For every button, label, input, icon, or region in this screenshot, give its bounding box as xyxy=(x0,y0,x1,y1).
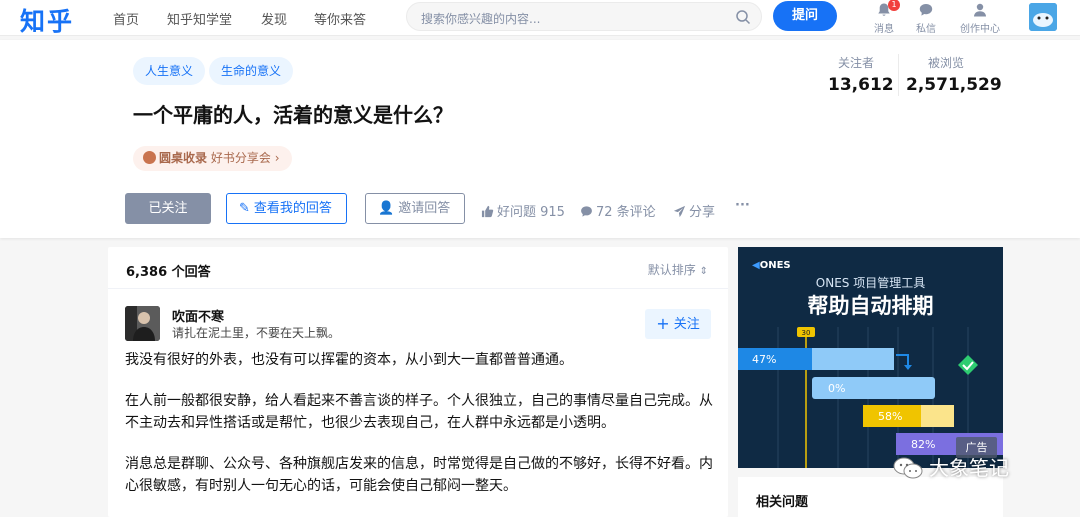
views-value: 2,571,529 xyxy=(906,75,1002,95)
invite-answer-button[interactable]: 👤 邀请回答 xyxy=(365,193,466,224)
search-input[interactable]: 搜索你感兴趣的内容... xyxy=(421,10,540,27)
comments-label: 72 条评论 xyxy=(596,205,656,220)
answer-count: 6,386 个回答 xyxy=(126,265,211,280)
good-question-button[interactable]: 好问题 915 xyxy=(481,201,565,220)
ad-bar-remaining xyxy=(921,405,954,427)
nav-messages-label: 消息 xyxy=(874,24,894,35)
sort-dropdown[interactable]: 默认排序 ⇕ xyxy=(648,261,708,278)
ad-bar-label: 47% xyxy=(752,353,776,366)
comment-icon xyxy=(581,206,592,217)
view-my-answer-button[interactable]: ✎ 查看我的回答 xyxy=(226,193,347,224)
follow-author-button[interactable]: + 关注 xyxy=(645,309,711,339)
more-options-icon[interactable]: ··· xyxy=(735,198,750,213)
creator-icon xyxy=(974,3,986,17)
sort-label: 默认排序 xyxy=(647,263,696,277)
followers-value: 13,612 xyxy=(828,75,894,95)
notification-badge: 1 xyxy=(888,0,900,11)
question-title: 一个平庸的人，活着的意义是什么？ xyxy=(133,103,453,127)
share-button[interactable]: 分享 xyxy=(673,201,715,220)
invite-answer-label: 邀请回答 xyxy=(398,201,451,216)
watermark: 大象笔记 xyxy=(893,452,1009,481)
followers-stat: 关注者 13,612 xyxy=(828,54,894,95)
nav-link-academy[interactable]: 知乎知学堂 xyxy=(167,9,232,28)
thumbs-up-icon xyxy=(481,205,494,218)
top-nav: 知乎 首页 知乎知学堂 发现 等你来答 搜索你感兴趣的内容... 提问 1 消息… xyxy=(0,0,1080,36)
watermark-text: 大象笔记 xyxy=(929,456,1009,480)
user-avatar[interactable] xyxy=(1029,3,1057,31)
answer-list: 6,386 个回答 默认排序 ⇕ 吹面不寒 请扎在泥土里，不要在天上飘。 + 关… xyxy=(108,247,728,517)
share-icon xyxy=(673,205,686,218)
share-label: 分享 xyxy=(689,205,716,220)
ad-banner[interactable]: ◀ONES ONES 项目管理工具 帮助自动排期 30 47% 0% 58% 8… xyxy=(738,247,1003,468)
nav-private-messages[interactable]: 私信 xyxy=(903,2,949,35)
question-header: 人生意义 生命的意义 一个平庸的人，活着的意义是什么？ 圆桌收录 好书分享会 ›… xyxy=(0,40,1080,238)
ad-bar-remaining xyxy=(812,348,894,370)
view-my-answer-label: 查看我的回答 xyxy=(253,201,332,216)
nav-creator-center[interactable]: 创作中心 xyxy=(957,2,1003,35)
author-avatar[interactable] xyxy=(125,306,160,341)
related-questions-panel: 相关问题 xyxy=(738,477,1003,517)
roundtable-icon xyxy=(143,151,156,164)
roundtable-name: 好书分享会 xyxy=(210,151,271,165)
ad-bar-label: 0% xyxy=(828,382,845,395)
nav-link-home[interactable]: 首页 xyxy=(113,9,139,28)
good-question-label: 好问题 915 xyxy=(497,205,565,220)
nav-messages[interactable]: 1 消息 xyxy=(861,0,907,35)
author-avatar-image xyxy=(125,306,160,341)
followers-label: 关注者 xyxy=(837,56,874,70)
roundtable-label: 圆桌收录 xyxy=(159,151,208,165)
nav-link-waiting[interactable]: 等你来答 xyxy=(314,9,366,28)
views-label: 被浏览 xyxy=(927,56,964,70)
invite-user-icon: 👤 xyxy=(378,201,395,216)
answer-paragraph: 在人前一般都很安静，给人看起来不善言谈的样子。个人很独立，自己的事情尽量自己完成… xyxy=(125,393,713,431)
search-box[interactable]: 搜索你感兴趣的内容... xyxy=(406,2,762,31)
search-icon[interactable] xyxy=(735,9,751,25)
wechat-icon xyxy=(893,457,923,479)
author-name[interactable]: 吹面不寒 xyxy=(172,306,224,325)
edit-icon: ✎ xyxy=(239,201,250,216)
zhihu-logo[interactable]: 知乎 xyxy=(20,2,74,38)
answer-paragraph: 消息总是群聊、公众号、各种旗舰店发来的信息，时常觉得是自己做的不够好，长得不好看… xyxy=(125,456,713,494)
ask-button[interactable]: 提问 xyxy=(773,1,837,31)
related-questions-title: 相关问题 xyxy=(756,495,809,510)
chat-icon xyxy=(919,4,933,16)
author-bio: 请扎在泥土里，不要在天上飘。 xyxy=(172,326,341,340)
sort-toggle-icon: ⇕ xyxy=(699,266,708,277)
ad-gantt-illustration: 30 47% 0% 58% 82% xyxy=(738,327,1003,468)
nav-private-messages-label: 私信 xyxy=(916,24,936,35)
nav-creator-center-label: 创作中心 xyxy=(960,24,1000,35)
answer-paragraph: 我没有很好的外表，也没有可以挥霍的资本，从小到大一直都普普通通。 xyxy=(125,352,573,368)
chevron-right-icon: › xyxy=(274,151,280,165)
topic-tag[interactable]: 生命的意义 xyxy=(209,57,294,85)
answer-list-header: 6,386 个回答 默认排序 ⇕ xyxy=(108,247,728,289)
avatar-image xyxy=(1029,3,1057,31)
follow-author-label: 关注 xyxy=(673,317,700,332)
views-stat: 被浏览 2,571,529 xyxy=(906,54,1002,95)
ad-bar-label: 82% xyxy=(911,438,935,451)
ad-bar-label: 58% xyxy=(878,410,902,423)
followed-button[interactable]: 已关注 xyxy=(125,193,211,224)
comments-button[interactable]: 72 条评论 xyxy=(580,201,656,220)
nav-link-discover[interactable]: 发现 xyxy=(261,9,287,28)
stat-divider xyxy=(898,54,899,96)
topic-tag[interactable]: 人生意义 xyxy=(133,57,206,85)
ad-timeline-marker: 30 xyxy=(802,329,811,337)
roundtable-chip[interactable]: 圆桌收录 好书分享会 › xyxy=(133,146,292,171)
plus-icon: + xyxy=(656,314,670,333)
